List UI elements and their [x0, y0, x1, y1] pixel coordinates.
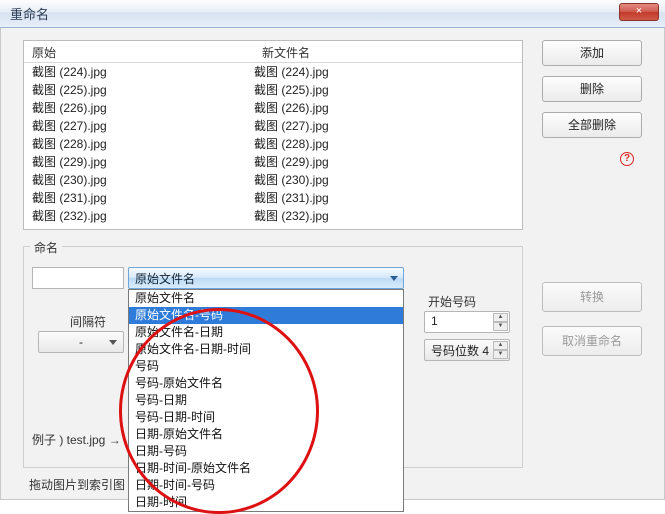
number-digits-combobox[interactable]: 号码位数 4 ▲ ▼ — [424, 339, 510, 361]
cell-original: 截图 (231).jpg — [32, 190, 254, 206]
spinner-up-icon[interactable]: ▲ — [493, 313, 508, 322]
dropdown-option[interactable]: 日期-时间-号码 — [129, 477, 403, 494]
cell-original: 截图 (225).jpg — [32, 82, 254, 98]
file-list[interactable]: 截图 (224).jpg截图 (224).jpg截图 (225).jpg截图 (… — [24, 63, 522, 229]
chevron-down-icon — [109, 340, 117, 345]
spinner-up-icon[interactable]: ▲ — [493, 341, 508, 350]
spinner-down-icon[interactable]: ▼ — [493, 350, 508, 359]
prefix-input[interactable] — [32, 267, 124, 289]
dropdown-option[interactable]: 号码 — [129, 358, 403, 375]
cell-newname: 截图 (231).jpg — [254, 190, 514, 206]
table-row[interactable]: 截图 (229).jpg截图 (229).jpg — [24, 153, 522, 171]
dropdown-option[interactable]: 号码-日期 — [129, 392, 403, 409]
table-row[interactable]: 截图 (225).jpg截图 (225).jpg — [24, 81, 522, 99]
add-button[interactable]: 添加 — [542, 40, 642, 66]
cell-newname: 截图 (227).jpg — [254, 118, 514, 134]
help-icon[interactable]: ? — [620, 152, 634, 166]
table-row[interactable]: 截图 (224).jpg截图 (224).jpg — [24, 63, 522, 81]
cell-original: 截图 (228).jpg — [32, 136, 254, 152]
cell-original: 截图 (229).jpg — [32, 154, 254, 170]
cell-original: 截图 (232).jpg — [32, 208, 254, 224]
dropdown-option[interactable]: 日期-号码 — [129, 443, 403, 460]
table-row[interactable]: 截图 (226).jpg截图 (226).jpg — [24, 99, 522, 117]
cell-newname: 截图 (228).jpg — [254, 136, 514, 152]
file-list-header: 原始 新文件名 — [24, 41, 522, 63]
cancel-rename-button[interactable]: 取消重命名 — [542, 326, 642, 356]
cell-newname: 截图 (226).jpg — [254, 100, 514, 116]
dropdown-option[interactable]: 号码-日期-时间 — [129, 409, 403, 426]
cell-newname: 截图 (232).jpg — [254, 208, 514, 224]
naming-group-label: 命名 — [30, 239, 62, 256]
dropdown-option[interactable]: 日期-时间 — [129, 494, 403, 511]
name-template-dropdown[interactable]: 原始文件名原始文件名-号码原始文件名-日期原始文件名-日期-时间号码号码-原始文… — [128, 289, 404, 512]
cell-newname: 截图 (224).jpg — [254, 64, 514, 80]
example-label: 例子 ) test.jpg → — [32, 431, 121, 448]
cell-original: 截图 (224).jpg — [32, 64, 254, 80]
delete-button[interactable]: 删除 — [542, 76, 642, 102]
separator-label: 间隔符 — [70, 313, 106, 330]
start-number-value: 1 — [431, 314, 438, 328]
table-row[interactable]: 截图 (228).jpg截图 (228).jpg — [24, 135, 522, 153]
table-row[interactable]: 截图 (232).jpg截图 (232).jpg — [24, 207, 522, 225]
separator-combobox[interactable]: - — [38, 331, 124, 353]
dropdown-option[interactable]: 日期-时间-原始文件名 — [129, 460, 403, 477]
close-button[interactable]: × — [619, 3, 659, 21]
separator-value: - — [79, 335, 83, 349]
chevron-down-icon — [390, 276, 398, 281]
start-number-label: 开始号码 — [428, 293, 476, 310]
column-header-original[interactable]: 原始 — [24, 41, 254, 62]
table-row[interactable]: 截图 (227).jpg截图 (227).jpg — [24, 117, 522, 135]
table-row[interactable]: 截图 (230).jpg截图 (230).jpg — [24, 171, 522, 189]
dropdown-option[interactable]: 号码-原始文件名 — [129, 375, 403, 392]
start-number-spinner[interactable]: 1 ▲ ▼ — [424, 311, 510, 333]
name-template-combobox[interactable]: 原始文件名 — [128, 267, 404, 289]
convert-button[interactable]: 转换 — [542, 282, 642, 312]
dropdown-option[interactable]: 原始文件名-日期-时间 — [129, 341, 403, 358]
naming-group: 命名 原始文件名 原始文件名原始文件名-号码原始文件名-日期原始文件名-日期-时… — [23, 246, 523, 468]
dropdown-option[interactable]: 原始文件名-号码 — [129, 307, 403, 324]
cell-newname: 截图 (230).jpg — [254, 172, 514, 188]
window-title: 重命名 — [10, 4, 49, 23]
delete-all-button[interactable]: 全部删除 — [542, 112, 642, 138]
cell-original: 截图 (227).jpg — [32, 118, 254, 134]
number-digits-value: 号码位数 4 — [431, 344, 489, 358]
cell-original: 截图 (230).jpg — [32, 172, 254, 188]
cell-original: 截图 (226).jpg — [32, 100, 254, 116]
column-header-newname[interactable]: 新文件名 — [254, 41, 522, 62]
cell-newname: 截图 (225).jpg — [254, 82, 514, 98]
dropdown-option[interactable]: 原始文件名-日期 — [129, 324, 403, 341]
table-row[interactable]: 截图 (231).jpg截图 (231).jpg — [24, 189, 522, 207]
cell-newname: 截图 (229).jpg — [254, 154, 514, 170]
dropdown-option[interactable]: 日期-原始文件名 — [129, 426, 403, 443]
spinner-down-icon[interactable]: ▼ — [493, 322, 508, 331]
titlebar: 重命名 × — [0, 0, 665, 28]
drag-hint-label: 拖动图片到索引图 — [29, 476, 125, 493]
window-body: 原始 新文件名 截图 (224).jpg截图 (224).jpg截图 (225)… — [0, 28, 665, 500]
name-template-selected: 原始文件名 — [135, 270, 195, 287]
file-list-panel: 原始 新文件名 截图 (224).jpg截图 (224).jpg截图 (225)… — [23, 40, 523, 230]
dropdown-option[interactable]: 原始文件名 — [129, 290, 403, 307]
